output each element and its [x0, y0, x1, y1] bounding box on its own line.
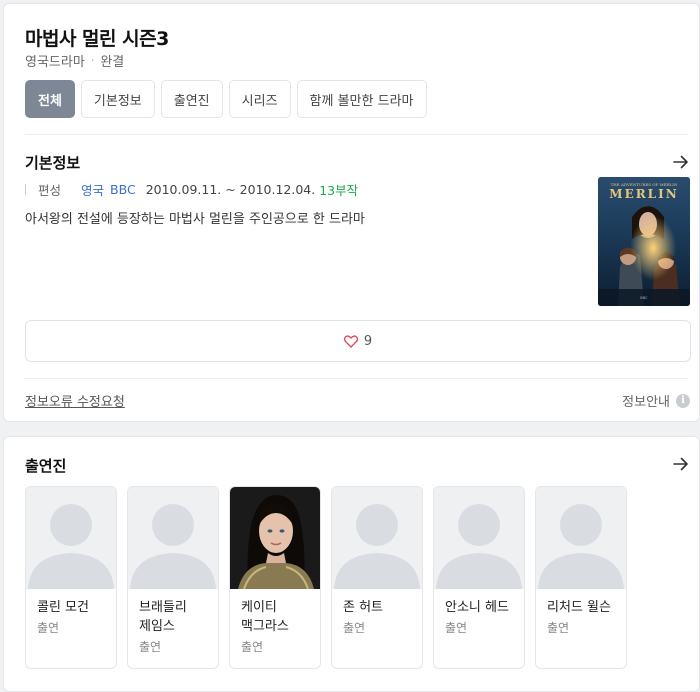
- cast-member[interactable]: 안소니 헤드 출연: [433, 486, 525, 669]
- svg-text:BBC: BBC: [640, 296, 648, 300]
- avatar-placeholder-icon: [26, 487, 116, 589]
- subtitle: 영국드라마 · 완결: [25, 51, 124, 70]
- report-error-link[interactable]: 정보오류 수정요청: [25, 391, 125, 410]
- cast-name: 리처드 윌슨: [547, 600, 611, 615]
- cast-role: 출연: [241, 640, 264, 654]
- cast-name: 케이티 맥그라스: [241, 600, 289, 634]
- tab-all[interactable]: 전체: [25, 80, 75, 118]
- basic-info-title: 기본정보: [25, 154, 81, 172]
- drama-info-card: 마법사 멀린 시즌3 영국드라마 · 완결 전체 기본정보 출연진 시리즈 함께…: [3, 3, 700, 422]
- cast-title: 출연진: [25, 457, 67, 475]
- cast-name: 콜린 모건: [37, 600, 89, 615]
- cast-role: 출연: [343, 621, 366, 635]
- tab-bar: 전체 기본정보 출연진 시리즈 함께 볼만한 드라마: [25, 80, 427, 118]
- info-guide[interactable]: 정보안내 i: [622, 391, 690, 410]
- cast-role: 출연: [445, 621, 468, 635]
- broadcast-dates: 2010.09.11. ~ 2010.12.04.: [145, 182, 316, 197]
- cast-role: 출연: [37, 621, 60, 635]
- cast-member[interactable]: 콜린 모건 출연: [25, 486, 117, 669]
- cast-photo: [230, 487, 320, 589]
- avatar-placeholder-icon: [434, 487, 524, 589]
- cast-member[interactable]: 리처드 윌슨 출연: [535, 486, 627, 669]
- meta-bar: [25, 184, 26, 195]
- tab-basic-info[interactable]: 기본정보: [80, 80, 155, 118]
- drama-description: 아서왕의 전설에 등장하는 마법사 멀린을 주인공으로 한 드라마: [25, 212, 365, 227]
- info-icon: i: [676, 393, 690, 408]
- cast-name: 브래들리 제임스: [139, 600, 187, 634]
- avatar-placeholder-icon: [128, 487, 218, 589]
- broadcast-meta: 편성 영국 BBC 2010.09.11. ~ 2010.12.04. 13부작: [25, 180, 358, 199]
- tab-recommended[interactable]: 함께 볼만한 드라마: [296, 80, 427, 118]
- cast-card-section: 출연진 콜린 모건 출연 브래들리 제임스 출연 케이티 맥그라스 출연 존 허…: [3, 436, 700, 692]
- episode-count: 13부작: [319, 183, 359, 198]
- like-count: 9: [363, 333, 373, 349]
- cast-role: 출연: [139, 640, 162, 654]
- status-label: 완결: [100, 55, 125, 70]
- avatar-placeholder-icon: [536, 487, 626, 589]
- cast-member[interactable]: 존 허트 출연: [331, 486, 423, 669]
- like-button[interactable]: 9: [25, 320, 691, 362]
- divider: [25, 378, 688, 379]
- tab-cast[interactable]: 출연진: [160, 80, 223, 118]
- page-title: 마법사 멀린 시즌3: [25, 28, 169, 50]
- separator-dot: ·: [90, 54, 95, 67]
- avatar-placeholder-icon: [332, 487, 422, 589]
- channel-link[interactable]: BBC: [110, 182, 136, 197]
- heart-outline-icon: [343, 334, 358, 348]
- genre-label: 영국드라마: [25, 55, 85, 70]
- cast-role: 출연: [547, 621, 570, 635]
- cast-name: 안소니 헤드: [445, 600, 509, 615]
- cast-name: 존 허트: [343, 600, 384, 615]
- tab-series[interactable]: 시리즈: [228, 80, 291, 118]
- cast-member[interactable]: 케이티 맥그라스 출연: [229, 486, 321, 669]
- divider: [25, 134, 688, 135]
- country-link[interactable]: 영국: [81, 180, 104, 199]
- broadcast-label: 편성: [38, 183, 62, 198]
- cast-member[interactable]: 브래들리 제임스 출연: [127, 486, 219, 669]
- arrow-right-icon[interactable]: [672, 153, 690, 171]
- info-guide-label: 정보안내: [622, 395, 670, 410]
- arrow-right-icon[interactable]: [672, 455, 690, 473]
- drama-poster[interactable]: THE ADVENTURES OF MERLIN MERLIN BBC: [598, 177, 690, 306]
- cast-list: 콜린 모건 출연 브래들리 제임스 출연 케이티 맥그라스 출연 존 허트 출연…: [25, 486, 627, 669]
